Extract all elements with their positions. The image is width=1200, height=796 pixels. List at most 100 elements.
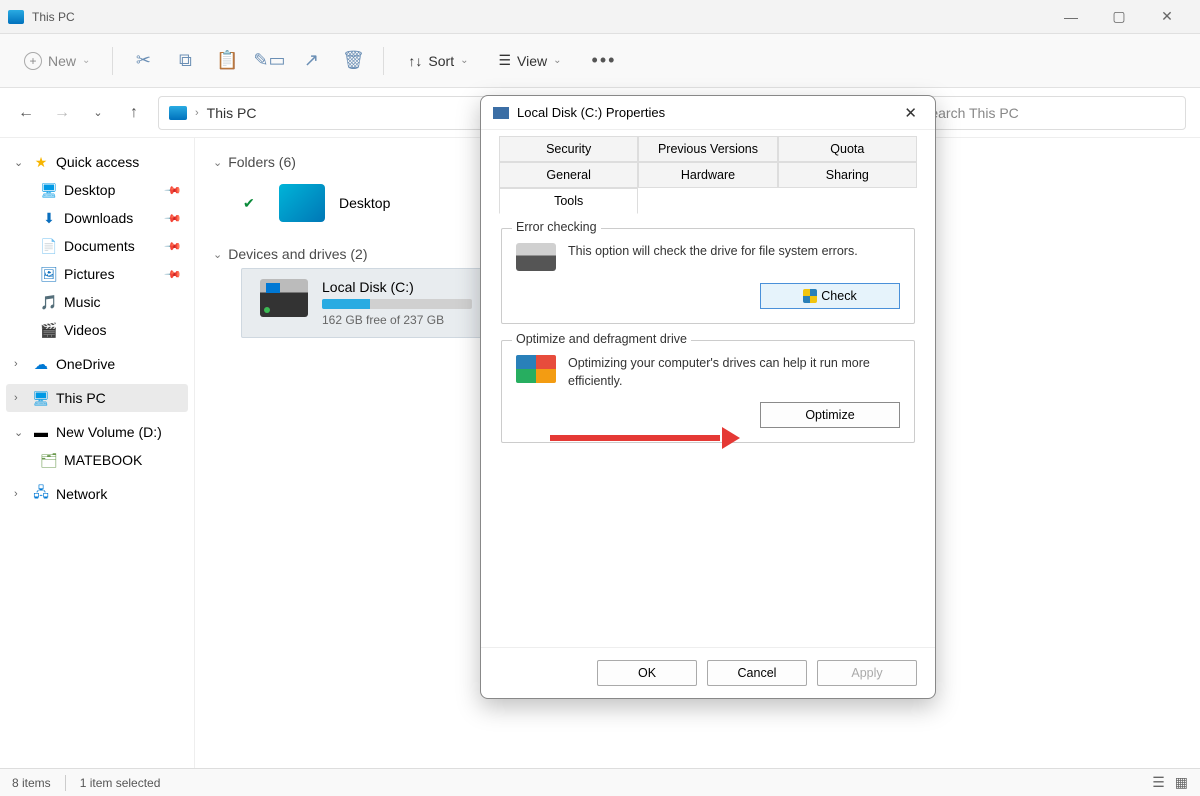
up-button[interactable]: ↑ [122,101,146,125]
back-button[interactable]: ← [14,101,38,125]
view-icon: ☰ [498,52,511,69]
window-title: This PC [32,10,75,24]
chevron-right-icon: › [195,107,199,119]
check-button[interactable]: Check [760,283,900,309]
shield-icon [803,289,817,303]
dialog-close-button[interactable]: ✕ [898,102,923,124]
view-button[interactable]: ☰ View ⌄ [486,46,573,75]
chevron-down-icon: ⌄ [82,55,90,66]
tree-music[interactable]: 🎵Music [32,288,188,316]
tree-downloads[interactable]: ⬇Downloads📌 [32,204,188,232]
tree-new-volume[interactable]: ⌄ ▬ New Volume (D:) [6,418,188,446]
recent-button[interactable]: ⌄ [86,101,110,125]
tree-documents[interactable]: 📄Documents📌 [32,232,188,260]
section-label: Folders (6) [228,154,296,170]
drive-name: Local Disk (C:) [322,279,480,295]
tree-matebook[interactable]: 🗂MATEBOOK [32,446,188,474]
tree-videos[interactable]: 🎬Videos [32,316,188,344]
new-label: New [48,53,76,69]
tree-network[interactable]: › 🖧 Network [6,480,188,508]
tab-quota[interactable]: Quota [778,136,917,162]
tab-security[interactable]: Security [499,136,638,162]
drive-icon: ▬ [32,423,50,441]
tab-tools[interactable]: Tools [499,188,638,214]
dialog-title: Local Disk (C:) Properties [517,105,665,120]
pin-icon: 📌 [164,181,183,200]
chevron-down-icon: ⌄ [553,55,561,66]
pin-icon: 📌 [164,209,183,228]
picture-icon: 🖼 [40,265,58,283]
sync-ok-icon: ✔ [243,195,265,212]
tree-quick-access[interactable]: ⌄ ★ Quick access [6,148,188,176]
tab-content-tools: Error checking This option will check th… [481,214,935,647]
error-checking-group: Error checking This option will check th… [501,228,915,324]
tiles-view-icon[interactable]: ▦ [1175,774,1188,791]
hdd-icon [516,243,556,271]
drive-local-disk-c[interactable]: Local Disk (C:) 162 GB free of 237 GB [241,268,499,338]
folder-icon: 🗂 [40,451,58,469]
delete-icon[interactable]: 🗑 [335,43,371,79]
defrag-icon [516,355,556,383]
maximize-button[interactable]: ▢ [1104,7,1134,27]
sort-label: Sort [428,53,454,69]
plus-icon: + [24,52,42,70]
window-titlebar: This PC ― ▢ ✕ [0,0,1200,34]
chevron-right-icon: › [14,358,26,370]
network-icon: 🖧 [32,485,50,503]
paste-icon[interactable]: 📋 [209,43,245,79]
cancel-button[interactable]: Cancel [707,660,807,686]
close-button[interactable]: ✕ [1152,7,1182,27]
sort-button[interactable]: ↑↓ Sort ⌄ [396,47,480,75]
minimize-button[interactable]: ― [1056,7,1086,27]
ok-button[interactable]: OK [597,660,697,686]
pin-icon: 📌 [164,265,183,284]
section-label: Devices and drives (2) [228,246,367,262]
this-pc-icon: 🖥 [32,389,50,407]
optimize-group: Optimize and defragment drive Optimizing… [501,340,915,443]
annotation-arrow [550,433,740,443]
error-checking-text: This option will check the drive for fil… [568,243,858,271]
status-bar: 8 items 1 item selected ☰ ▦ [0,768,1200,796]
new-button[interactable]: + New ⌄ [14,46,100,76]
optimize-button[interactable]: Optimize [760,402,900,428]
folder-icon [279,184,325,222]
tree-label: Quick access [56,154,139,170]
tab-sharing[interactable]: Sharing [778,162,917,188]
chevron-down-icon: ⌄ [213,248,222,261]
star-icon: ★ [32,153,50,171]
pin-icon: 📌 [164,237,183,256]
chevron-right-icon: › [14,392,26,404]
apply-button[interactable]: Apply [817,660,917,686]
tab-strip: Security Previous Versions Quota General… [481,130,935,214]
nav-tree: ⌄ ★ Quick access 🖥Desktop📌 ⬇Downloads📌 📄… [0,138,195,768]
breadcrumb[interactable]: This PC [207,105,257,121]
details-view-icon[interactable]: ☰ [1152,774,1165,791]
toolbar: + New ⌄ ✂ ⧉ 📋 ✎▭ ↗ 🗑 ↑↓ Sort ⌄ ☰ View ⌄ … [0,34,1200,88]
tab-hardware[interactable]: Hardware [638,162,777,188]
tree-this-pc[interactable]: › 🖥 This PC [6,384,188,412]
dialog-button-row: OK Cancel Apply [481,647,935,698]
copy-icon[interactable]: ⧉ [167,43,203,79]
forward-button[interactable]: → [50,101,74,125]
search-input[interactable]: Search This PC [910,96,1186,130]
folder-desktop[interactable]: ✔ Desktop [243,184,443,222]
chevron-down-icon: ⌄ [460,55,468,66]
music-icon: 🎵 [40,293,58,311]
tree-desktop[interactable]: 🖥Desktop📌 [32,176,188,204]
optimize-text: Optimizing your computer's drives can he… [568,355,900,390]
tab-general[interactable]: General [499,162,638,188]
sort-icon: ↑↓ [408,53,422,69]
drive-icon [493,107,509,119]
chevron-down-icon: ⌄ [14,426,26,439]
more-button[interactable]: ••• [580,44,629,77]
drive-icon [260,279,308,317]
rename-icon[interactable]: ✎▭ [251,43,287,79]
cloud-icon: ☁ [32,355,50,373]
tree-pictures[interactable]: 🖼Pictures📌 [32,260,188,288]
status-item-count: 8 items [12,776,51,790]
cut-icon[interactable]: ✂ [125,43,161,79]
tree-onedrive[interactable]: › ☁ OneDrive [6,350,188,378]
share-icon[interactable]: ↗ [293,43,329,79]
tab-previous-versions[interactable]: Previous Versions [638,136,777,162]
status-selection: 1 item selected [80,776,161,790]
